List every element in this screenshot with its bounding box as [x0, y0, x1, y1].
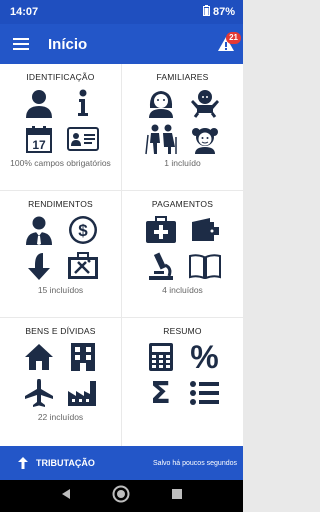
- card-title: FAMILIARES: [156, 72, 209, 82]
- girl-icon: [187, 122, 223, 156]
- card-title: BENS E DÍVIDAS: [25, 326, 96, 336]
- recents-button[interactable]: [171, 487, 183, 505]
- baby-icon: [187, 86, 223, 120]
- elderly-couple-icon: [143, 122, 179, 156]
- page-title: Início: [48, 35, 88, 53]
- medical-kit-icon: [143, 213, 179, 247]
- save-status: Salvo há poucos segundos: [152, 459, 237, 467]
- system-nav-bar: [0, 480, 243, 512]
- back-button[interactable]: [60, 487, 72, 505]
- percent-icon: %: [190, 338, 219, 375]
- menu-button[interactable]: [0, 24, 42, 64]
- toolbox-icon: [65, 249, 101, 283]
- wallet-icon: [187, 213, 223, 247]
- battery-level: 87%: [212, 6, 235, 18]
- bottom-bar: TRIBUTAÇÃO Salvo há poucos segundos: [0, 446, 243, 480]
- card-title: PAGAMENTOS: [151, 199, 214, 209]
- calendar-icon: 17: [21, 122, 57, 156]
- hamburger-icon: [13, 38, 29, 50]
- card-title: RESUMO: [163, 326, 202, 336]
- building-icon: [65, 340, 101, 374]
- card-resumo[interactable]: RESUMO % Σ: [122, 318, 243, 446]
- app-bar: Início 21: [0, 24, 243, 64]
- card-title: IDENTIFICAÇÃO: [26, 72, 95, 82]
- home-button[interactable]: [112, 485, 130, 508]
- battery-icon: [202, 5, 210, 19]
- svg-text:$: $: [78, 221, 88, 240]
- list-icon: [187, 376, 223, 410]
- arrow-up-icon: [18, 457, 28, 469]
- dollar-icon: $: [65, 213, 101, 247]
- card-subtitle: 15 incluídos: [37, 285, 84, 295]
- down-arrow-icon: [21, 249, 57, 283]
- tributacao-button[interactable]: TRIBUTAÇÃO: [0, 457, 153, 469]
- tributacao-label: TRIBUTAÇÃO: [36, 458, 95, 468]
- card-identificacao[interactable]: IDENTIFICAÇÃO 17 100% campos obrigatório…: [0, 64, 121, 190]
- calculator-icon: [143, 340, 179, 374]
- card-subtitle: 22 incluídos: [37, 412, 84, 422]
- card-familiares[interactable]: FAMILIARES 1 incluído: [122, 64, 243, 190]
- businessman-icon: [21, 213, 57, 247]
- microscope-icon: [143, 249, 179, 283]
- factory-icon: [65, 376, 101, 410]
- person-icon: [21, 86, 57, 120]
- card-pagamentos[interactable]: PAGAMENTOS 4 incluídos: [122, 191, 243, 317]
- airplane-icon: [21, 376, 57, 410]
- card-subtitle: 1 incluído: [164, 158, 201, 168]
- home-circle-icon: [112, 485, 130, 502]
- woman-icon: [143, 86, 179, 120]
- recents-icon: [171, 489, 182, 499]
- status-bar: 14:07 87%: [0, 0, 243, 24]
- status-time: 14:07: [10, 6, 39, 18]
- house-icon: [21, 340, 57, 374]
- alert-count-badge: 21: [226, 32, 241, 44]
- home-grid: IDENTIFICAÇÃO 17 100% campos obrigatório…: [0, 64, 243, 446]
- card-title: RENDIMENTOS: [28, 199, 93, 209]
- alerts-button[interactable]: 21: [209, 24, 243, 64]
- info-icon: [65, 86, 101, 120]
- card-rendimentos[interactable]: RENDIMENTOS $ 15 incluídos: [0, 191, 121, 317]
- card-bens-dividas[interactable]: BENS E DÍVIDAS 22 incluídos: [0, 318, 121, 446]
- sigma-icon: Σ: [150, 375, 171, 411]
- book-icon: [187, 249, 223, 283]
- card-subtitle: 100% campos obrigatórios: [10, 158, 111, 168]
- calendar-day: 17: [32, 138, 46, 152]
- back-icon: [62, 489, 71, 499]
- id-card-icon: [65, 122, 101, 156]
- card-subtitle: 4 incluídos: [162, 285, 203, 295]
